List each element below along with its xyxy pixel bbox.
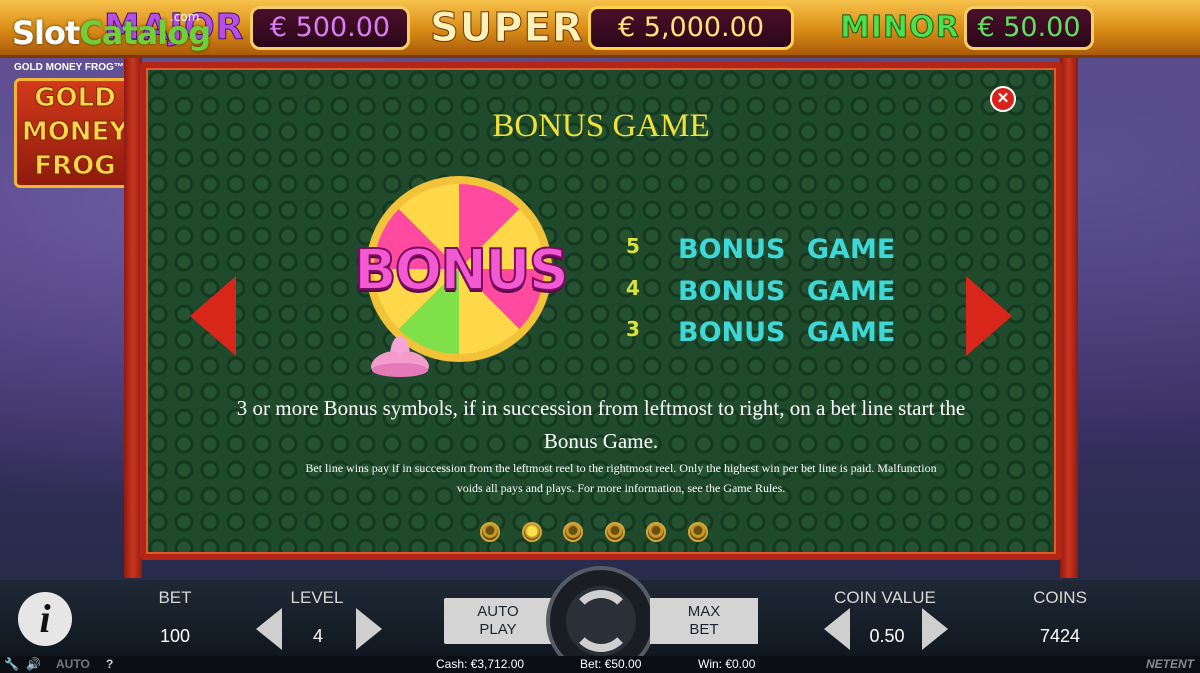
previous-page-arrow-icon[interactable]: [190, 276, 236, 356]
minor-jackpot-value: € 50.00: [964, 6, 1094, 50]
close-button[interactable]: ✕: [990, 86, 1016, 112]
game-logo: GOLD MONEY FROG: [14, 78, 136, 188]
paytable-panel: BONUS GAME ✕ BONUS 5 BONUS GAME 4 BONUS …: [140, 62, 1062, 560]
fine-print-text: Bet line wins pay if in succession from …: [305, 461, 937, 495]
page-dot[interactable]: [604, 522, 625, 542]
lotus-flower-icon: [371, 336, 429, 377]
payout-count: 4: [626, 276, 640, 300]
super-jackpot-label: SUPER: [430, 5, 584, 51]
page-dot[interactable]: [480, 522, 500, 542]
max-bet-label: MAX: [687, 603, 721, 620]
payout-count: 5: [626, 234, 640, 258]
level-value: 4: [312, 626, 323, 646]
watermark-tld: .com: [170, 10, 200, 24]
bet-readout: Bet: €50.00: [580, 657, 642, 671]
watermark-part1: Slot: [12, 14, 80, 52]
sound-icon[interactable]: 🔊: [26, 657, 41, 671]
page-dot[interactable]: [563, 522, 583, 542]
max-bet-button[interactable]: MAX BET: [650, 598, 758, 644]
autoplay-button[interactable]: AUTO PLAY: [444, 598, 552, 644]
level-label: LEVEL: [290, 588, 344, 607]
bet-label: BET: [158, 588, 192, 607]
help-icon[interactable]: ?: [106, 657, 113, 671]
netent-logo: NETENT: [1146, 657, 1194, 671]
max-bet-label: BET: [689, 621, 719, 638]
bonus-symbol: BONUS: [353, 176, 570, 386]
bonus-symbol-text: BONUS: [353, 237, 570, 304]
coins-value: 7424: [1039, 626, 1081, 646]
minor-jackpot-label: MINOR: [840, 10, 960, 46]
logo-line: GOLD: [34, 83, 117, 114]
payout-prize: BONUS GAME: [678, 317, 896, 348]
info-button[interactable]: i: [18, 592, 72, 646]
win-readout: Win: €0.00: [698, 657, 756, 671]
page-dot[interactable]: [646, 522, 666, 542]
major-jackpot-value: € 500.00: [250, 6, 410, 50]
game-logo-subtitle: GOLD MONEY FROG™: [14, 62, 124, 73]
payout-prize: BONUS GAME: [678, 276, 896, 307]
payout-count: 3: [626, 317, 640, 341]
settings-wrench-icon[interactable]: 🔧: [4, 657, 19, 671]
auto-toggle[interactable]: AUTO: [56, 657, 90, 671]
page-dot[interactable]: [687, 522, 708, 542]
spin-arrows-icon: [570, 590, 632, 652]
paytable-title: BONUS GAME: [492, 108, 710, 144]
logo-line: FROG: [34, 151, 116, 182]
page-dot[interactable]: [521, 522, 542, 542]
cash-readout: Cash: €3,712.00: [436, 657, 525, 671]
super-jackpot-value: € 5,000.00: [588, 6, 794, 50]
coin-value-label: COIN VALUE: [834, 588, 936, 607]
coin-value-decrease-icon[interactable]: [824, 608, 850, 650]
logo-line: MONEY: [21, 117, 129, 148]
autoplay-label: AUTO: [477, 603, 519, 620]
coin-value-value: 0.50: [869, 626, 905, 646]
control-bar: i BET 100 LEVEL 4 AUTO PLAY MAX BET COIN…: [0, 566, 1200, 673]
page-indicator: [480, 522, 720, 544]
payout-prize: BONUS GAME: [678, 234, 896, 265]
bet-value: 100: [159, 626, 191, 646]
level-decrease-icon[interactable]: [256, 608, 282, 650]
coin-value-increase-icon[interactable]: [922, 608, 948, 650]
bonus-rule-text: 3 or more Bonus symbols, if in successio…: [236, 396, 966, 453]
status-bar: 🔧 🔊 AUTO ? Cash: €3,712.00 Bet: €50.00 W…: [0, 656, 1200, 673]
frame-pillar-right: [1060, 58, 1078, 578]
level-increase-icon[interactable]: [356, 608, 382, 650]
autoplay-label: PLAY: [479, 621, 517, 638]
coins-label: COINS: [1033, 588, 1087, 607]
